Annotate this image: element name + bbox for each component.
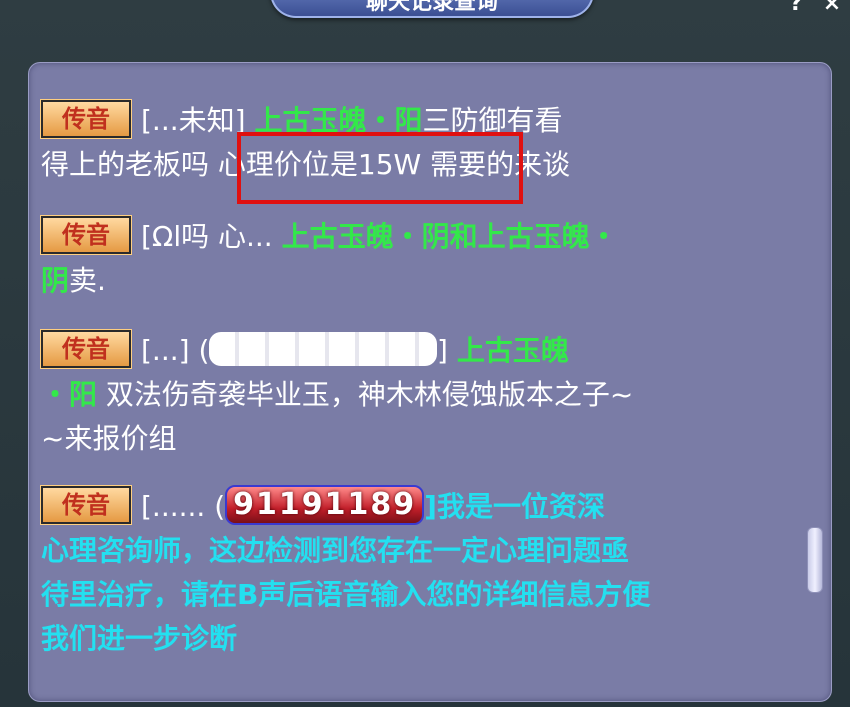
item-link[interactable]: 上古玉魄・阴和上古玉魄・ (282, 220, 618, 253)
chat-message: 传音[...] (□□□□□□□□] 上古玉魄 ・阳 双法伤奇袭毕业玉，神木林侵… (40, 329, 791, 461)
message-text: 我们进一步诊断 (41, 622, 238, 655)
message-text: 卖. (69, 264, 106, 297)
item-link[interactable]: 上古玉魄 (457, 334, 569, 367)
chuanyin-badge[interactable]: 传音 (40, 485, 132, 525)
item-link[interactable]: ・阳 (41, 378, 97, 411)
message-sender[interactable]: [Ωl吗 心... (141, 220, 273, 253)
chat-message: 传音 [Ωl吗 心... 上古玉魄・阴和上古玉魄・ 阴卖. (40, 215, 791, 303)
scrollbar-thumb[interactable] (807, 527, 823, 593)
window-title: 聊天记录查询 (270, 0, 594, 18)
message-text: ~来报价组 (41, 422, 177, 455)
message-sender[interactable]: [...未知 (141, 104, 235, 137)
chuanyin-badge[interactable]: 传音 (40, 329, 132, 369)
message-text: ]我是一位资深 (424, 490, 605, 523)
chuanyin-badge[interactable]: 传音 (40, 99, 132, 139)
message-text: 双法伤奇袭毕业玉，神木林侵蚀版本之子~ (105, 378, 634, 411)
chat-history-window: 聊天记录查询 ? × 传音 [...未知] 上古玉魄・阳三防御有看 得上的老板吗 … (0, 0, 850, 707)
item-link[interactable]: 阴 (41, 264, 69, 297)
message-sender[interactable]: [...... (141, 490, 205, 523)
blurred-name-tag: □□□□□□□□ (209, 332, 438, 366)
help-button[interactable]: ? (783, 0, 809, 16)
highlight-box (237, 132, 523, 204)
chuanyin-badge[interactable]: 传音 (40, 215, 132, 255)
close-button[interactable]: × (818, 0, 846, 16)
message-sender[interactable]: [...] (141, 334, 190, 367)
message-text: 心理咨询师，这边检测到您存在一定心理问题亟 (41, 534, 630, 567)
message-text: 待里治疗，请在B声后语音输入您的详细信息方便 (41, 578, 651, 611)
chat-message: 传音 [...... (91191189]我是一位资深 心理咨询师，这边检测到您存… (40, 485, 651, 655)
player-number-tag: 91191189 (225, 485, 425, 525)
